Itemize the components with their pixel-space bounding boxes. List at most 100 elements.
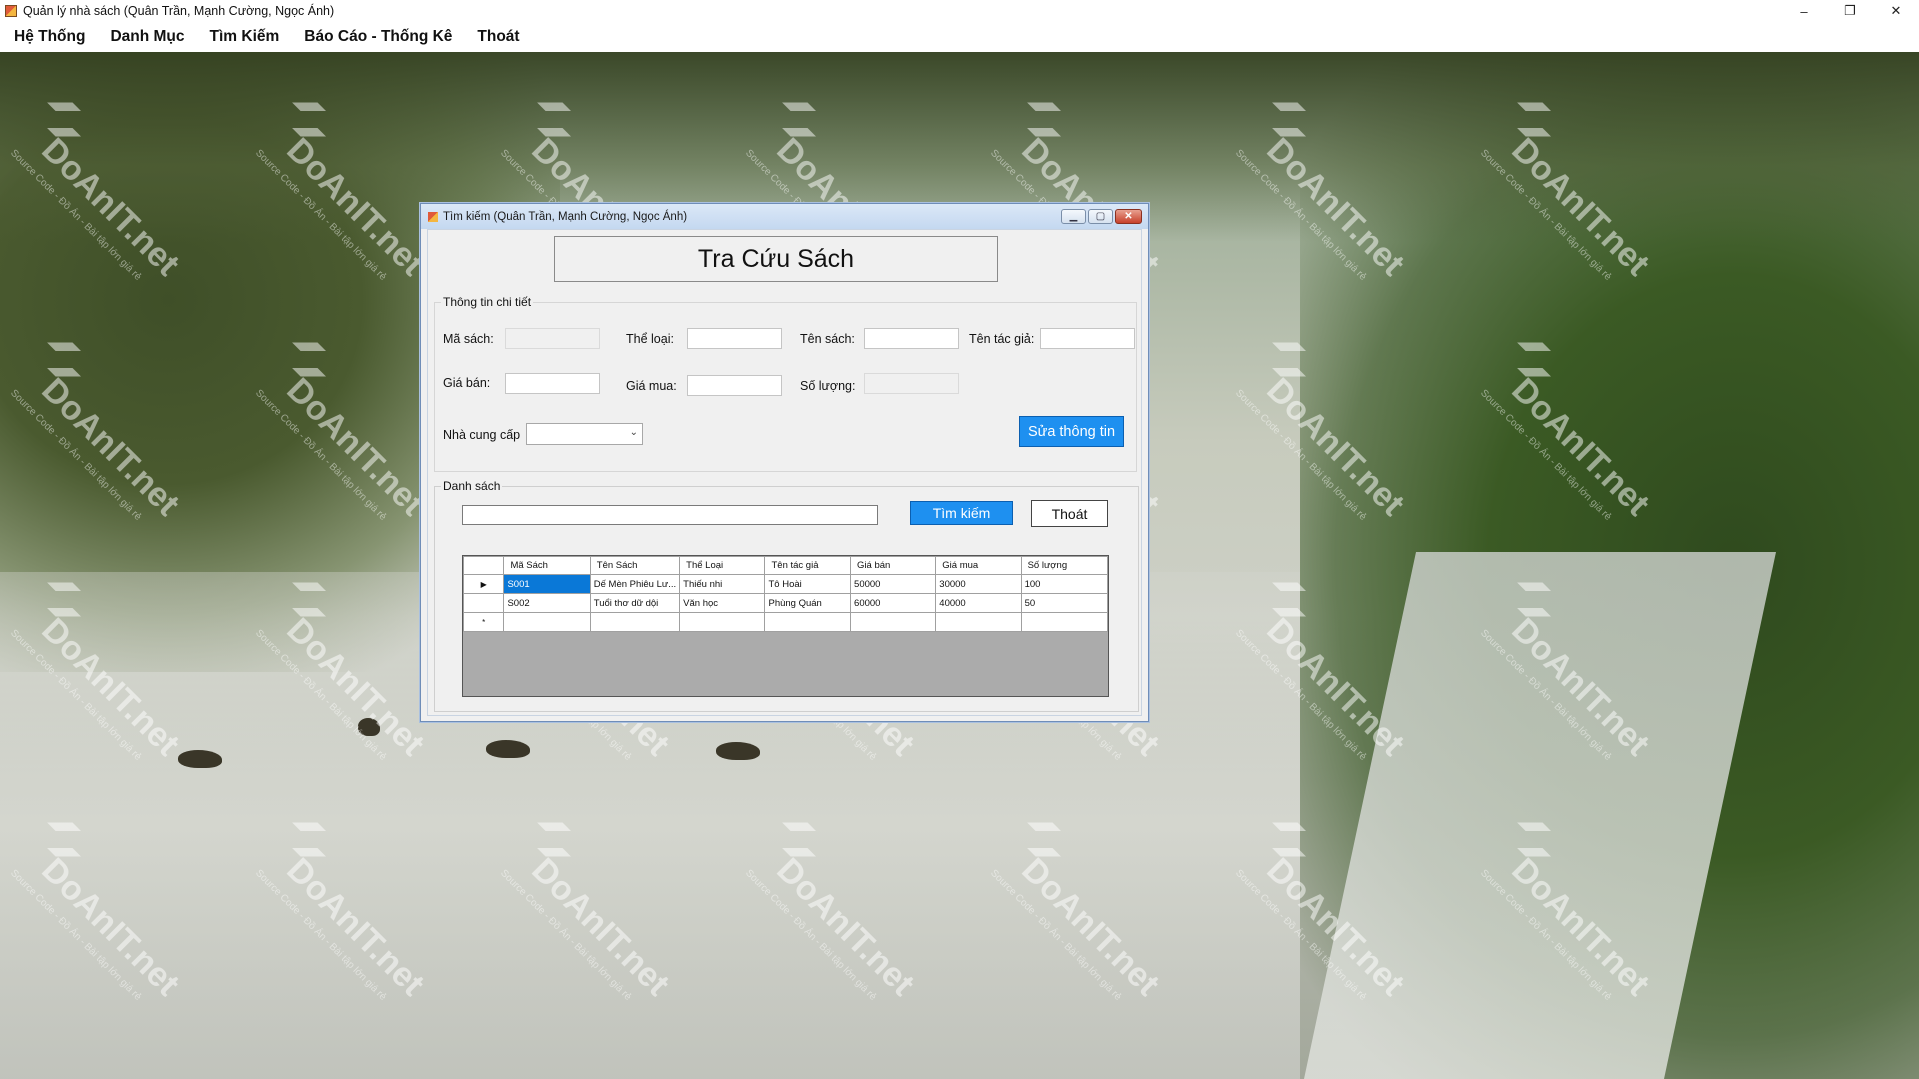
table-cell[interactable] [850,612,937,632]
gia-ban-field[interactable] [505,373,600,394]
column-header[interactable]: Giá bán [850,556,937,575]
main-window-titlebar: Quản lý nhà sách (Quân Trần, Mạnh Cường,… [0,0,1919,22]
table-cell[interactable]: Thiếu nhi [679,574,766,594]
watermark-brand: DoAnIT.net [279,371,431,523]
menu-bao-cao-thong-ke[interactable]: Báo Cáo - Thống Kê [290,28,463,46]
table-header-row: Mã Sách Tên Sách Thể Loại Tên tác giả Gi… [463,556,1108,575]
column-header[interactable]: Mã Sách [503,556,591,575]
label-ten-tac-gia: Tên tác giả: [969,332,1035,346]
exit-button[interactable]: Thoát [1031,500,1108,527]
watermark-brand: DoAnIT.net [1259,611,1411,763]
label-ten-sach: Tên sách: [800,332,855,346]
label-so-luong: Số lượng: [800,379,856,393]
table-cell[interactable]: Tuổi thơ dữ dội [589,593,681,613]
table-cell[interactable]: S002 [503,593,591,613]
ma-sach-field[interactable] [505,328,600,349]
watermark-tile: DoAnIT.netSource Code - Đồ Án - Bài tập … [498,822,677,1003]
table-cell[interactable] [589,612,681,632]
table-cell[interactable]: 50 [1020,593,1108,613]
watermark-tile: DoAnIT.netSource Code - Đồ Án - Bài tập … [8,822,187,1003]
table-cell[interactable]: 40000 [935,593,1022,613]
watermark-tile: DoAnIT.netSource Code - Đồ Án - Bài tập … [1478,342,1657,523]
books-table: Mã Sách Tên Sách Thể Loại Tên tác giả Gi… [463,556,1108,632]
watermark-brand: DoAnIT.net [1504,371,1656,523]
watermark-brand: DoAnIT.net [1504,611,1656,763]
column-header[interactable]: Thể Loại [679,556,766,575]
edit-info-button[interactable]: Sửa thông tin [1019,416,1124,447]
nha-cung-cap-select[interactable]: ⌄ [526,423,643,445]
watermark-tile: DoAnIT.netSource Code - Đồ Án - Bài tập … [1233,582,1412,763]
watermark-tile: DoAnIT.netSource Code - Đồ Án - Bài tập … [1478,102,1657,283]
maximize-button[interactable]: ❐ [1827,0,1873,22]
so-luong-field[interactable] [864,373,959,394]
dialog-close-button[interactable]: ✕ [1115,209,1142,224]
list-group-legend: Danh sách [441,479,503,493]
watermark-tile: DoAnIT.netSource Code - Đồ Án - Bài tập … [1233,102,1412,283]
watermark-brand: DoAnIT.net [1259,131,1411,283]
books-datagrid[interactable]: Mã Sách Tên Sách Thể Loại Tên tác giả Gi… [462,555,1109,697]
menu-danh-muc[interactable]: Danh Mục [96,28,195,46]
the-loai-field[interactable] [687,328,782,349]
table-cell[interactable] [764,612,852,632]
dialog-minimize-button[interactable]: ▁ [1061,209,1086,224]
dialog-maximize-button[interactable]: ▢ [1088,209,1113,224]
dialog-body: Tra Cứu Sách Thông tin chi tiết Mã sách:… [427,229,1142,716]
watermark-tile: DoAnIT.netSource Code - Đồ Án - Bài tập … [1233,822,1412,1003]
watermark-tile: DoAnIT.netSource Code - Đồ Án - Bài tập … [1233,342,1412,523]
table-cell[interactable] [935,612,1022,632]
table-row[interactable]: ▶ S001 Dế Mèn Phiêu Lư... Thiếu nhi Tô H… [463,574,1108,594]
watermark-brand: DoAnIT.net [769,851,921,1003]
menu-he-thong[interactable]: Hệ Thống [0,28,96,46]
column-header[interactable]: Giá mua [935,556,1022,575]
close-button[interactable]: ✕ [1873,0,1919,22]
table-cell[interactable] [503,612,591,632]
table-cell[interactable]: S001 [503,574,591,594]
table-cell[interactable] [679,612,766,632]
row-header-corner [463,556,505,575]
watermark-brand: DoAnIT.net [1504,851,1656,1003]
watermark-brand: DoAnIT.net [279,851,431,1003]
column-header[interactable]: Tên tác giả [764,556,852,575]
table-cell[interactable]: 100 [1020,574,1108,594]
menu-thoat[interactable]: Thoát [463,28,530,46]
gia-mua-field[interactable] [687,375,782,396]
table-cell[interactable]: Phùng Quán [764,593,852,613]
dialog-titlebar: Tìm kiếm (Quân Trần, Mạnh Cường, Ngọc Án… [421,204,1148,229]
watermark-brand: DoAnIT.net [524,851,676,1003]
column-header[interactable]: Số lượng [1020,556,1108,575]
new-row-indicator[interactable]: * [463,612,505,632]
table-cell[interactable]: Dế Mèn Phiêu Lư... [589,574,681,594]
watermark-brand: DoAnIT.net [34,131,186,283]
search-button[interactable]: Tìm kiếm [910,501,1013,525]
minimize-button[interactable]: – [1781,0,1827,22]
row-header[interactable] [463,593,505,613]
table-cell[interactable] [1020,612,1108,632]
table-cell[interactable]: Tô Hoài [764,574,852,594]
watermark-brand: DoAnIT.net [1259,371,1411,523]
app-icon [5,5,17,17]
watermark-tile: DoAnIT.netSource Code - Đồ Án - Bài tập … [8,582,187,763]
chevron-down-icon: ⌄ [629,427,638,438]
menu-tim-kiem[interactable]: Tìm Kiếm [196,28,291,46]
dialog-app-icon [428,211,438,222]
table-new-row[interactable]: * [463,612,1108,632]
table-cell[interactable]: 30000 [935,574,1022,594]
ten-tac-gia-field[interactable] [1040,328,1135,349]
watermark-brand: DoAnIT.net [1504,131,1656,283]
watermark-tile: DoAnIT.netSource Code - Đồ Án - Bài tập … [1478,582,1657,763]
ten-sach-field[interactable] [864,328,959,349]
search-input[interactable] [462,505,878,525]
column-header[interactable]: Tên Sách [589,556,681,575]
label-the-loai: Thể loại: [626,332,674,346]
table-cell[interactable]: 60000 [850,593,937,613]
label-gia-mua: Giá mua: [626,379,677,393]
main-window-title: Quản lý nhà sách (Quân Trần, Mạnh Cường,… [23,4,335,18]
page-heading: Tra Cứu Sách [554,236,998,282]
table-cell[interactable]: 50000 [850,574,937,594]
table-cell[interactable]: Văn học [679,593,766,613]
watermark-brand: DoAnIT.net [279,131,431,283]
table-row[interactable]: S002 Tuổi thơ dữ dội Văn học Phùng Quán … [463,593,1108,613]
current-row-indicator[interactable]: ▶ [463,574,505,594]
watermark-tile: DoAnIT.netSource Code - Đồ Án - Bài tập … [8,102,187,283]
watermark-brand: DoAnIT.net [34,371,186,523]
